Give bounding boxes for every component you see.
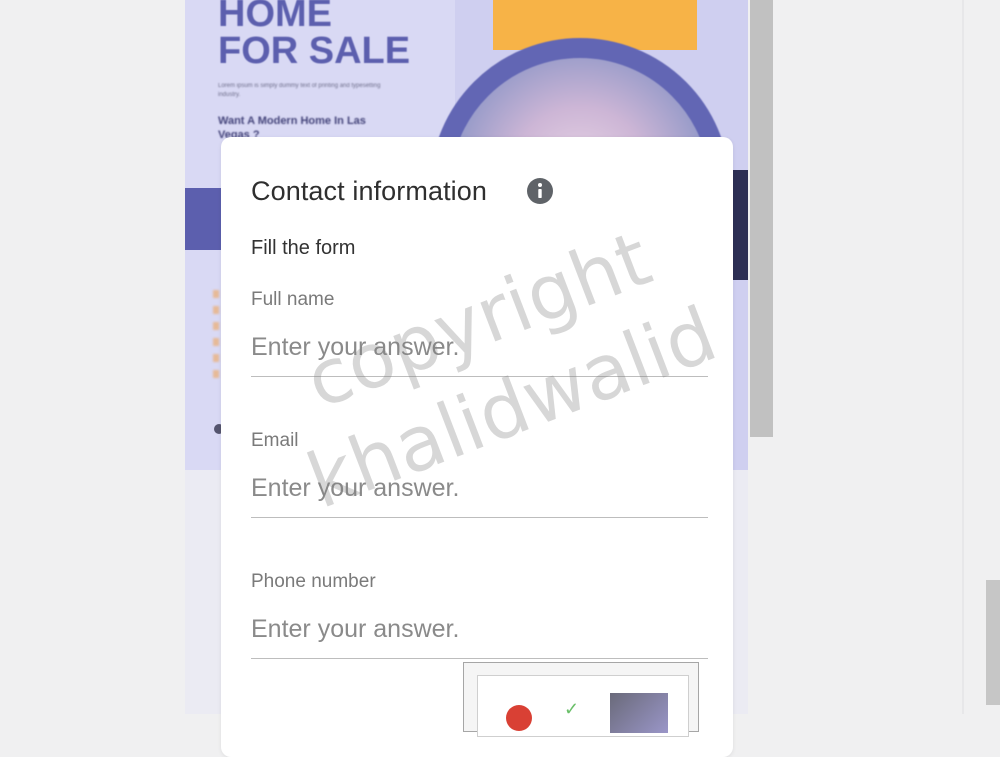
red-circle-icon (506, 705, 532, 731)
form-title: Contact information (251, 176, 488, 206)
check-icon: ✓ (564, 699, 580, 719)
form-subtitle: Fill the form (251, 237, 356, 259)
full-name-label: Full name (251, 289, 335, 310)
info-icon[interactable] (526, 177, 554, 205)
email-field: Email (251, 430, 708, 518)
main-scrollbar-thumb[interactable] (750, 0, 773, 437)
popup-thumbnail (610, 693, 668, 733)
captcha-popup: ✓ (463, 662, 699, 737)
phone-number-field: Phone number (251, 571, 708, 659)
phone-number-input[interactable] (251, 615, 708, 659)
full-name-input[interactable] (251, 333, 708, 377)
flyer-title-line2: FOR SALE (218, 30, 411, 72)
flyer-body-text: Lorem ipsum is simply dummy text of prin… (218, 83, 381, 98)
right-divider (962, 0, 964, 714)
flyer-dots (213, 290, 219, 380)
email-input[interactable] (251, 474, 708, 518)
full-name-field: Full name (251, 289, 708, 377)
right-scrollbar-thumb[interactable] (986, 580, 1000, 705)
phone-number-label: Phone number (251, 571, 376, 592)
flyer-title: HOME FOR SALE (218, 0, 410, 70)
email-label: Email (251, 430, 299, 451)
